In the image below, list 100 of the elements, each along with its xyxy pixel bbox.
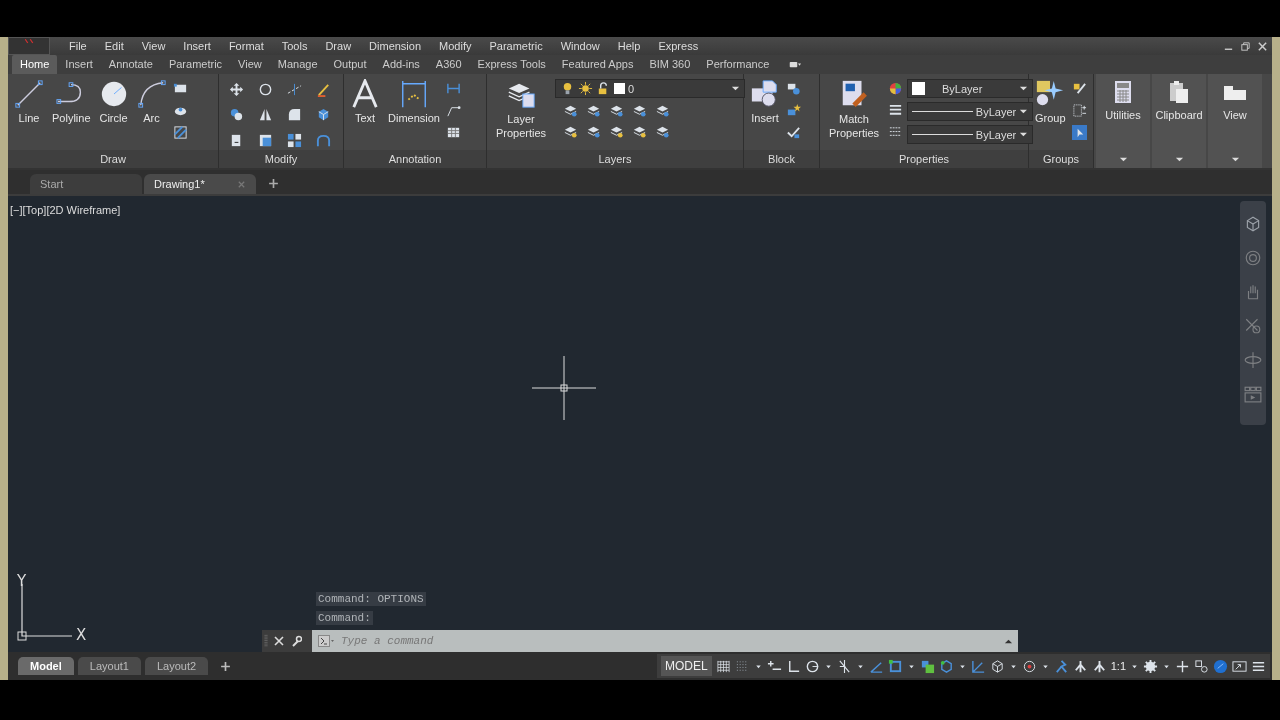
plus-icon[interactable] bbox=[220, 660, 232, 672]
color-dropdown[interactable]: ByLayer bbox=[907, 79, 1033, 98]
menu-item[interactable]: Format bbox=[228, 40, 264, 52]
tool-button[interactable]: Insert bbox=[748, 79, 782, 124]
circle-badge-icon[interactable] bbox=[1213, 658, 1228, 674]
shapes-icon[interactable] bbox=[1194, 658, 1209, 674]
menu-item[interactable]: Parametric bbox=[489, 40, 543, 52]
offset-shape-icon[interactable] bbox=[316, 132, 331, 148]
layer-stack-icon[interactable] bbox=[655, 124, 670, 139]
check-edit-icon[interactable] bbox=[786, 125, 801, 140]
pencil-edit-icon[interactable] bbox=[1071, 81, 1087, 96]
panel-title[interactable]: Block bbox=[744, 150, 819, 168]
color-wheel-icon[interactable] bbox=[888, 81, 903, 96]
panel-title[interactable]: Properties bbox=[820, 150, 1028, 168]
zoom-icon[interactable] bbox=[1244, 317, 1262, 335]
drawing-canvas[interactable]: [−][Top][2D Wireframe] X Y Command: OPTIONS Command: Type a command bbox=[8, 196, 1272, 652]
ribbon-tab[interactable]: View bbox=[230, 55, 270, 74]
collapsed-panel-button[interactable]: View bbox=[1208, 74, 1262, 168]
tool-button[interactable]: Layer Properties bbox=[491, 79, 551, 140]
gizmo-icon[interactable] bbox=[1021, 658, 1037, 674]
axis-arrow-icon[interactable] bbox=[970, 658, 986, 674]
star-shapes-icon[interactable] bbox=[786, 103, 801, 118]
collapsed-panel-button[interactable]: Utilities bbox=[1096, 74, 1150, 168]
layer-stack-icon[interactable] bbox=[655, 103, 670, 118]
ribbon-tab[interactable]: Output bbox=[325, 55, 375, 74]
close-icon[interactable] bbox=[1257, 40, 1268, 52]
menu-item[interactable]: Window bbox=[560, 40, 600, 52]
dimension-line-icon[interactable] bbox=[445, 81, 461, 96]
layer-stack-icon[interactable] bbox=[632, 103, 647, 118]
copy-circles-icon[interactable] bbox=[229, 107, 244, 123]
menu-item[interactable]: Edit bbox=[104, 40, 124, 52]
rounded-corner-icon[interactable] bbox=[287, 107, 302, 123]
lineweight-lines-icon[interactable] bbox=[888, 103, 903, 118]
grid-squares-icon[interactable] bbox=[287, 132, 302, 148]
tool-button[interactable]: Match Properties bbox=[824, 79, 884, 140]
panel-title[interactable]: Layers bbox=[487, 150, 743, 168]
tool-button[interactable]: Group bbox=[1033, 79, 1068, 124]
restore-icon[interactable] bbox=[1240, 40, 1251, 52]
ribbon-tab[interactable]: Home bbox=[12, 55, 58, 74]
block-shapes-icon[interactable] bbox=[786, 81, 801, 96]
mirror-triangles-icon[interactable] bbox=[258, 107, 273, 123]
nested-squares-icon[interactable] bbox=[258, 132, 273, 148]
leader-arrow-icon[interactable] bbox=[445, 103, 461, 118]
cube-icon[interactable] bbox=[316, 107, 331, 123]
panel-title[interactable]: Modify bbox=[219, 150, 343, 168]
tool-button[interactable]: Arc bbox=[134, 79, 169, 124]
layer-stack-bulb-icon[interactable] bbox=[609, 124, 624, 139]
gear-icon[interactable] bbox=[1143, 658, 1158, 674]
figure-icon[interactable] bbox=[1072, 658, 1088, 674]
ribbon-tab[interactable]: Parametric bbox=[160, 55, 231, 74]
layer-stack-icon[interactable] bbox=[609, 103, 624, 118]
linetype-dropdown[interactable]: ByLayer bbox=[907, 125, 1033, 144]
ribbon-tab[interactable]: Performance bbox=[698, 55, 778, 74]
annotation-scale-button[interactable]: 1:1 bbox=[1110, 660, 1126, 672]
lineweight-dropdown[interactable]: ByLayer bbox=[907, 102, 1033, 121]
table-icon[interactable] bbox=[445, 125, 461, 140]
ribbon-tab[interactable]: A360 bbox=[427, 55, 470, 74]
viewport-label[interactable]: [−][Top][2D Wireframe] bbox=[10, 204, 121, 216]
hatch-square-icon[interactable] bbox=[172, 125, 188, 140]
wire-cube-icon[interactable] bbox=[989, 658, 1005, 674]
tool-button[interactable]: Text bbox=[348, 79, 382, 124]
layer-stack-icon[interactable] bbox=[586, 124, 601, 139]
cube-icon[interactable] bbox=[1244, 215, 1262, 233]
orbit-icon[interactable] bbox=[1244, 351, 1262, 369]
menu-item[interactable]: Express bbox=[658, 40, 699, 52]
command-input-field[interactable]: Type a command bbox=[339, 634, 1000, 648]
wheel-icon[interactable] bbox=[1244, 249, 1262, 267]
panel-title[interactable]: Annotation bbox=[344, 150, 486, 168]
menu-item[interactable]: File bbox=[69, 40, 87, 52]
film-icon[interactable] bbox=[1244, 385, 1262, 403]
panel-title[interactable]: Groups bbox=[1029, 150, 1093, 168]
file-tab[interactable]: Drawing1* bbox=[144, 174, 256, 194]
snap-square-icon[interactable] bbox=[887, 658, 903, 674]
tool-button[interactable]: Circle bbox=[96, 79, 131, 124]
dotted-square-icon[interactable] bbox=[1071, 103, 1087, 118]
four-way-arrow-icon[interactable] bbox=[229, 82, 244, 97]
wrench-icon[interactable] bbox=[290, 635, 302, 647]
ribbon-tab[interactable]: Featured Apps bbox=[553, 55, 642, 74]
expand-window-icon[interactable] bbox=[1232, 658, 1247, 674]
ribbon-tab[interactable]: BIM 360 bbox=[641, 55, 699, 74]
dot-grid-icon[interactable] bbox=[734, 658, 750, 674]
tool-button[interactable]: Line bbox=[12, 79, 46, 124]
grid-icon[interactable] bbox=[715, 658, 731, 674]
file-tab[interactable]: Start bbox=[30, 174, 142, 194]
layer-dropdown[interactable]: 0 bbox=[555, 79, 745, 98]
collapsed-panel-button[interactable]: Clipboard bbox=[1152, 74, 1206, 168]
layer-stack-icon[interactable] bbox=[563, 103, 578, 118]
brush-icon[interactable] bbox=[316, 82, 331, 97]
menu-item[interactable]: Insert bbox=[183, 40, 211, 52]
crossed-lines-icon[interactable] bbox=[836, 658, 852, 674]
menu-item[interactable]: Dimension bbox=[369, 40, 422, 52]
iso-cube-icon[interactable] bbox=[938, 658, 954, 674]
menu-item[interactable]: Modify bbox=[439, 40, 472, 52]
tool-button[interactable]: Dimension bbox=[386, 79, 442, 124]
trim-line-icon[interactable] bbox=[287, 82, 302, 97]
ribbon-tab[interactable]: Express Tools bbox=[469, 55, 554, 74]
layout-tab[interactable]: Layout2 bbox=[144, 657, 209, 675]
layout-tab[interactable]: Layout1 bbox=[77, 657, 141, 675]
layer-stack-bulb-icon[interactable] bbox=[632, 124, 647, 139]
ribbon-tab[interactable]: Insert bbox=[57, 55, 101, 74]
